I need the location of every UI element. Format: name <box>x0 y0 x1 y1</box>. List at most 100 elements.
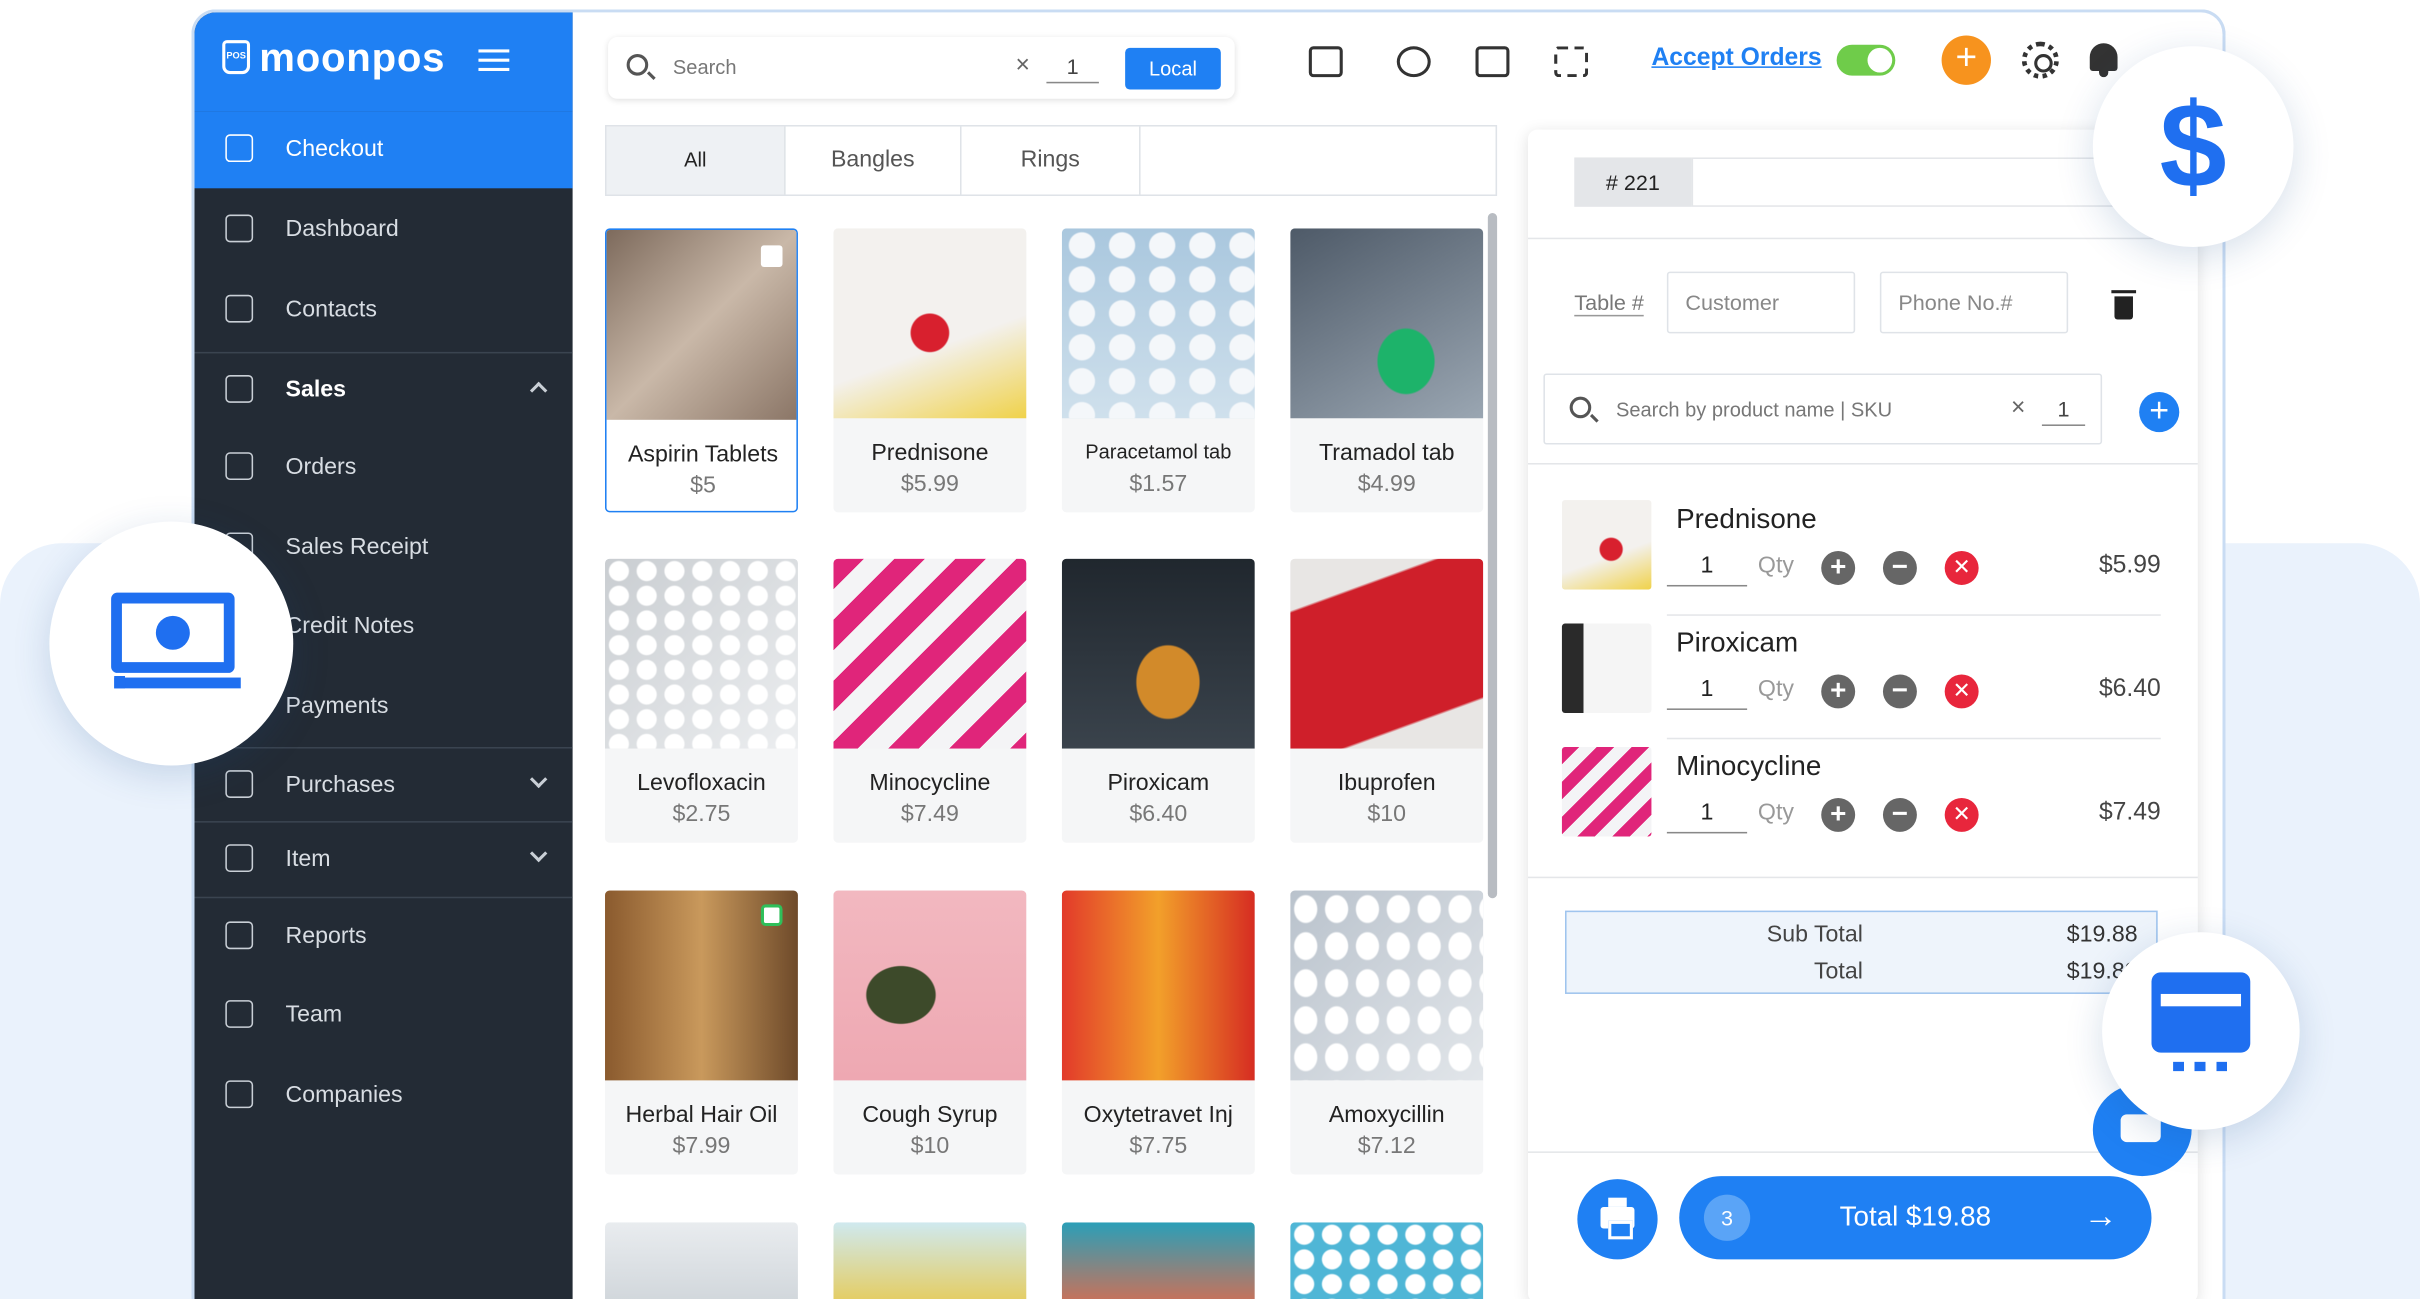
decrease-qty-button[interactable]: − <box>1882 797 1917 832</box>
product-card-levofloxacin[interactable]: Levofloxacin $2.75 <box>605 558 798 843</box>
clear-search-icon[interactable]: × <box>1016 52 1030 80</box>
phone-field[interactable]: Phone No.# <box>1879 271 2069 334</box>
remove-item-button[interactable]: ✕ <box>1944 797 1979 832</box>
product-card-paracetamol[interactable]: Paracetamol tab $1.57 <box>1061 228 1255 513</box>
cash-stack-icon <box>114 676 241 689</box>
order-number-tab[interactable]: # 221 <box>1574 157 1692 207</box>
product-image <box>605 558 798 749</box>
line-item-qty-input[interactable]: 1 <box>1666 799 1748 834</box>
product-image <box>1290 890 1484 1081</box>
sidebar-item-label: Team <box>285 1001 343 1028</box>
building-icon <box>225 1080 254 1109</box>
sidebar-item-checkout[interactable]: Checkout <box>194 111 573 189</box>
qty-label: Qty <box>1757 552 1794 579</box>
sidebar-item-item[interactable]: Item <box>194 821 572 898</box>
layout-icon[interactable] <box>1308 46 1343 78</box>
tab-all[interactable]: All <box>606 126 786 195</box>
product-card-oxytetravet[interactable]: Oxytetravet Inj $7.75 <box>1061 890 1255 1175</box>
sidebar-item-contacts[interactable]: Contacts <box>194 272 572 349</box>
sidebar-item-reports[interactable]: Reports <box>194 898 572 975</box>
decrease-qty-button[interactable]: − <box>1882 550 1917 585</box>
cart-search-input[interactable]: Search by product name | SKU <box>1616 398 1892 421</box>
decrease-qty-button[interactable]: − <box>1882 674 1917 709</box>
search-input[interactable]: Search <box>673 56 737 79</box>
product-card-herbal-hair-oil[interactable]: Herbal Hair Oil $7.99 <box>605 890 798 1175</box>
product-card-aspirin[interactable]: Aspirin Tablets $5 <box>605 228 798 513</box>
remove-item-button[interactable]: ✕ <box>1944 550 1979 585</box>
product-name: Minocycline <box>869 770 991 797</box>
order-tab-strip <box>1691 157 2155 207</box>
line-item-qty-input[interactable]: 1 <box>1666 553 1748 587</box>
product-card-cough-syrup[interactable]: Cough Syrup $10 <box>833 890 1027 1175</box>
sidebar-item-label: Reports <box>285 922 367 950</box>
product-card-partial[interactable] <box>605 1222 798 1299</box>
product-name: Levofloxacin <box>637 770 766 797</box>
product-price: $1.57 <box>1129 470 1188 497</box>
bar-chart-icon <box>225 921 254 950</box>
increase-qty-button[interactable]: + <box>1821 674 1856 709</box>
product-name: Aspirin Tablets <box>627 441 779 468</box>
trash-icon[interactable] <box>2111 290 2137 320</box>
cart-search-qty[interactable]: 1 <box>2041 392 2086 426</box>
register-icon[interactable] <box>1475 46 1510 78</box>
divider <box>1527 463 2198 465</box>
sidebar-item-purchases[interactable]: Purchases <box>194 747 572 824</box>
sidebar-item-orders[interactable]: Orders <box>194 429 572 506</box>
increase-qty-button[interactable]: + <box>1821 797 1856 832</box>
bell-icon[interactable] <box>2089 43 2118 78</box>
divider <box>1666 737 2161 740</box>
table-number-field[interactable]: Table # <box>1574 290 1644 317</box>
product-card-piroxicam[interactable]: Piroxicam $6.40 <box>1061 558 1255 843</box>
product-image <box>1290 558 1484 749</box>
product-card-partial[interactable] <box>833 1222 1027 1299</box>
sidebar-item-team[interactable]: Team <box>194 977 572 1054</box>
product-card-tramadol[interactable]: Tramadol tab $4.99 <box>1290 228 1484 513</box>
sidebar-item-companies[interactable]: Companies <box>194 1057 572 1134</box>
veg-badge-icon <box>760 904 783 927</box>
product-price: $7.75 <box>1129 1132 1188 1160</box>
sidebar-item-label: Credit Notes <box>285 612 415 639</box>
menu-icon[interactable] <box>478 49 510 71</box>
product-price: $2.75 <box>672 801 731 828</box>
sidebar-item-dashboard[interactable]: Dashboard <box>194 191 572 268</box>
sidebar-item-sales[interactable]: Sales <box>194 352 572 429</box>
product-card-minocycline[interactable]: Minocycline $7.49 <box>833 558 1027 843</box>
add-button[interactable]: + <box>1941 35 1991 85</box>
selected-checkbox[interactable] <box>760 245 783 268</box>
accept-orders-toggle[interactable] <box>1836 44 1896 76</box>
product-card-ibuprofen[interactable]: Ibuprofen $10 <box>1290 558 1484 843</box>
add-product-button[interactable]: + <box>2139 391 2180 433</box>
clear-search-icon[interactable]: × <box>2011 395 2025 423</box>
sidebar-item-label: Companies <box>285 1081 403 1109</box>
local-button[interactable]: Local <box>1125 47 1221 90</box>
checkout-total-button[interactable]: 3 Total $19.88 → <box>1679 1176 2152 1260</box>
print-button[interactable] <box>1577 1179 1658 1260</box>
tab-bangles[interactable]: Bangles <box>786 126 962 195</box>
logo-bar: POS moonpos <box>194 12 573 112</box>
product-card-prednisone[interactable]: Prednisone $5.99 <box>833 228 1027 513</box>
line-item-qty-input[interactable]: 1 <box>1666 676 1748 710</box>
barcode-icon[interactable] <box>1554 46 1589 78</box>
product-card-amoxycillin[interactable]: Amoxycillin $7.12 <box>1290 890 1484 1175</box>
product-card-partial[interactable] <box>1061 1222 1255 1299</box>
gear-icon[interactable] <box>2021 41 2059 79</box>
logo-text: moonpos <box>259 33 446 81</box>
product-image <box>1061 890 1255 1081</box>
customer-field[interactable]: Customer <box>1666 271 1856 334</box>
line-item-name: Minocycline <box>1676 750 1822 781</box>
sidebar-item-label: Checkout <box>285 135 384 163</box>
dollar-file-icon <box>225 375 254 403</box>
check-square-icon <box>225 452 254 480</box>
bag-icon <box>225 770 254 798</box>
cart-line-item: Prednisone 1 Qty + − ✕ $5.99 <box>1561 500 2161 623</box>
discount-icon[interactable] <box>1396 46 1431 78</box>
product-image <box>605 1222 798 1299</box>
product-grid-scrollbar[interactable] <box>1487 212 1498 899</box>
product-price: $7.12 <box>1357 1132 1416 1160</box>
remove-item-button[interactable]: ✕ <box>1944 674 1979 709</box>
product-card-partial[interactable] <box>1290 1222 1484 1299</box>
increase-qty-button[interactable]: + <box>1821 550 1856 585</box>
search-qty-input[interactable]: 1 <box>1046 49 1099 84</box>
accept-orders-link[interactable]: Accept Orders <box>1651 45 1821 73</box>
tab-rings[interactable]: Rings <box>962 126 1141 195</box>
